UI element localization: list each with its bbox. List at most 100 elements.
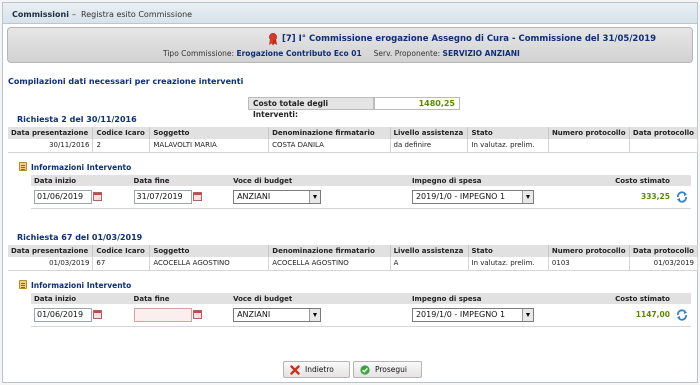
col-header: Denominazione firmatario [268,245,391,257]
check-icon [360,365,370,375]
notes-icon [19,162,27,171]
table-cell [548,139,630,153]
col-header: Numero protocollo [548,245,630,257]
col-header: Data presentazione [8,245,94,257]
col-header: Data fine [130,293,231,304]
info-title: Informazioni Intervento [31,163,132,172]
request-table: Data presentazione Codice Icaro Soggetto… [8,127,699,153]
voce-budget-value: ANZIANI [237,191,271,201]
col-header: Impegno di spesa [408,175,559,186]
col-header: Data protocollo [629,245,699,257]
intervento-table: Data inizio Data fine Voce di budget Imp… [31,175,691,209]
table-cell: 2 [92,139,151,153]
table-cell: 30/11/2016 [8,139,94,153]
notes-icon [19,280,27,289]
col-header: Livello assistenza [390,245,469,257]
col-header: Data presentazione [8,127,94,139]
col-header: Data protocollo [629,127,699,139]
table-row[interactable]: 30/11/2016 2 MALAVOLTI MARIA COSTA DANIL… [8,139,699,153]
table-cell: In valutaz. prelim. [468,257,549,271]
col-header: Costo stimato [558,293,673,304]
serv-label: Serv. Proponente: [373,49,441,58]
data-inizio-input[interactable]: 01/06/2019 [34,307,92,322]
info-title: Informazioni Intervento [31,281,132,290]
impegno-value: 2019/1/0 - IMPEGNO 1 [415,191,506,201]
costo-stimato-value: 1147,00 [635,310,670,320]
col-header: Data fine [130,175,231,186]
refresh-cell [672,304,691,327]
table-row: 01/06/2019 31/07/2019 ANZIANI 2019/1/0 -… [31,186,691,209]
request-title: Richiesta 67 del 01/03/2019 [17,233,143,242]
col-header: Data inizio [31,175,131,186]
col-header: Numero protocollo [548,127,630,139]
impegno-select[interactable]: 2019/1/0 - IMPEGNO 1 [411,189,534,204]
table-cell [629,139,699,153]
calendar-icon[interactable] [192,192,202,202]
top-bar: Commissioni – Registra esito Commissione [3,3,697,24]
chevron-down-icon [309,308,321,321]
col-header: Stato [467,127,549,139]
calendar-icon[interactable] [93,310,102,320]
table-cell: In valutaz. prelim. [467,139,549,153]
impegno-value: 2019/1/0 - IMPEGNO 1 [415,309,506,319]
table-cell: COSTA DANILA [268,139,391,153]
app-frame: Commissioni – Registra esito Commissione… [2,2,699,383]
col-header: Soggetto [149,127,270,139]
impegno-select[interactable]: 2019/1/0 - IMPEGNO 1 [411,307,534,322]
table-cell: ACOCELLA AGOSTINO [268,257,391,271]
col-header-empty [672,175,691,186]
impegno-cell: 2019/1/0 - IMPEGNO 1 [408,186,559,209]
next-button-label: Prosegui [375,365,408,374]
voce-cell: ANZIANI [230,304,409,327]
commission-title: [7] I° Commissione erogazione Assegno di… [282,34,657,44]
data-fine-input[interactable]: 31/07/2019 [133,189,192,204]
calendar-icon[interactable] [93,192,102,202]
data-inizio-cell: 01/06/2019 [31,304,131,327]
chevron-down-icon [309,190,321,203]
table-header-row: Data inizio Data fine Voce di budget Imp… [31,293,691,304]
col-header: Voce di budget [230,175,409,186]
cancel-icon [290,365,300,375]
tipo-value: Erogazione Contributo Eco 01 [236,49,362,58]
tipo-label: Tipo Commissione: [163,49,235,58]
table-header-row: Data presentazione Codice Icaro Soggetto… [8,245,699,257]
data-fine-cell: 31/07/2019 [130,186,231,209]
table-cell: 01/03/2019 [8,257,94,271]
calendar-icon[interactable] [192,310,202,320]
commission-header: [7] I° Commissione erogazione Assegno di… [7,27,693,63]
table-cell: MALAVOLTI MARIA [149,139,270,153]
voce-budget-select[interactable]: ANZIANI [233,189,322,204]
breadcrumb-sub: Registra esito Commissione [81,10,193,19]
table-cell: 67 [92,257,151,271]
table-cell: da definire [390,139,469,153]
col-header: Stato [468,245,549,257]
voce-budget-select[interactable]: ANZIANI [233,307,322,322]
data-fine-cell [130,304,231,327]
data-inizio-input[interactable]: 01/06/2019 [34,189,92,204]
refresh-icon[interactable] [676,191,688,203]
back-button[interactable]: Indietro [283,361,350,378]
request-title: Richiesta 2 del 30/11/2016 [17,115,137,124]
chevron-down-icon [521,190,533,203]
data-fine-input[interactable] [133,307,192,322]
col-header: Livello assistenza [390,127,469,139]
table-cell: ACOCELLA AGOSTINO [149,257,270,271]
breadcrumb-main[interactable]: Commissioni [12,10,69,19]
next-button[interactable]: Prosegui [353,361,422,378]
voce-budget-value: ANZIANI [237,309,271,319]
col-header: Impegno di spesa [408,293,559,304]
costo-cell: 1147,00 [558,304,673,327]
voce-cell: ANZIANI [230,186,409,209]
refresh-icon[interactable] [676,309,688,321]
section-title: Compilazioni dati necessari per creazion… [8,77,244,86]
costo-stimato-value: 333,25 [641,192,670,202]
back-button-label: Indietro [305,365,334,374]
refresh-cell [672,186,691,209]
col-header: Costo stimato [558,175,673,186]
chevron-down-icon [521,308,533,321]
col-header: Codice Icaro [92,245,151,257]
impegno-cell: 2019/1/0 - IMPEGNO 1 [408,304,559,327]
breadcrumb-separator: – [72,10,76,19]
request-table: Data presentazione Codice Icaro Soggetto… [8,245,699,271]
table-row[interactable]: 01/03/2019 67 ACOCELLA AGOSTINO ACOCELLA… [8,257,699,271]
